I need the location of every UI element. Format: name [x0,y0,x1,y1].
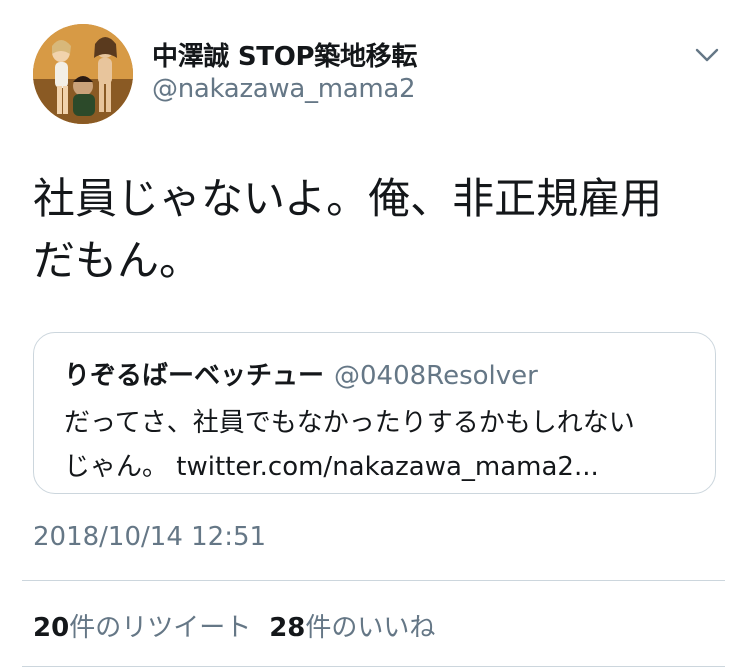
tweet-stats: 20件のリツイート 28件のいいね [33,607,435,644]
tweet-text-line: 社員じゃないよ。俺、非正規雇用 [33,174,663,223]
author-handle[interactable]: @nakazawa_mama2 [152,74,416,104]
quoted-tweet-card[interactable]: りぞるばーベッチュー @0408Resolver だってさ、社員でもなかったりする… [33,332,716,494]
quoted-tweet-display-name: りぞるばーベッチュー [64,361,325,391]
tweet-timestamp[interactable]: 2018/10/14 12:51 [33,522,266,552]
author-display-name[interactable]: 中澤誠 STOP築地移転 [152,36,417,73]
retweet-count: 20 [33,613,70,643]
retweet-label: 件のリツイート [69,613,252,643]
like-label: 件のいいね [305,613,436,643]
tweet-text-line: だもん。 [33,236,202,285]
quoted-tweet-handle: @0408Resolver [334,361,538,391]
avatar-image [33,24,133,124]
retweet-count-link[interactable]: 20件のリツイート [33,607,251,644]
divider [22,666,725,667]
like-count: 28 [269,613,306,643]
like-count-link[interactable]: 28件のいいね [269,607,435,644]
quoted-tweet-text-line: だってさ、社員でもなかったりするかもしれない [64,408,635,438]
divider [22,580,725,581]
quoted-tweet-header: りぞるばーベッチュー @0408Resolver [64,355,538,392]
quoted-tweet-text-line: じゃん。 twitter.com/nakazawa_mama2... [64,452,599,482]
quoted-tweet-text: だってさ、社員でもなかったりするかもしれない じゃん。 twitter.com/… [64,401,635,489]
avatar[interactable] [33,24,133,124]
chevron-down-icon[interactable] [694,46,720,64]
tweet-text: 社員じゃないよ。俺、非正規雇用 だもん。 [33,168,723,292]
